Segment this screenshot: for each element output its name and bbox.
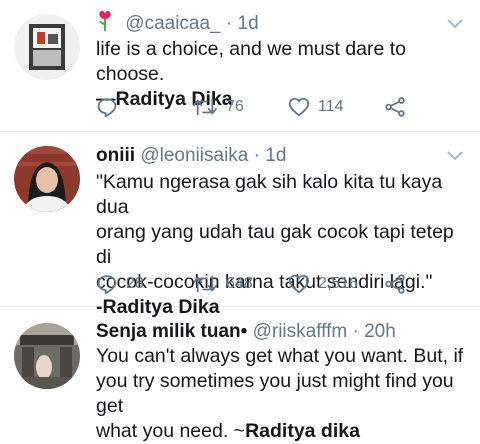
tweet-attribution: Raditya dika: [245, 420, 360, 442]
tweet-handle[interactable]: @caaicaa_: [125, 13, 220, 34]
tweet-header: Senja milik tuan• @riiskafffm · 20h: [96, 318, 440, 346]
retweet-icon: [192, 96, 218, 118]
tweet-text: "Kamu ngerasa gak sih kalo kita tu kaya …: [96, 170, 464, 320]
tweet[interactable]: Senja milik tuan• @riiskafffm · 20h You …: [0, 307, 480, 442]
retweet-count: 76: [226, 98, 244, 115]
like-icon: [288, 273, 310, 295]
tweet-time[interactable]: 1d: [265, 145, 286, 166]
avatar[interactable]: [14, 14, 80, 80]
reply-button[interactable]: 28: [96, 271, 144, 297]
like-button[interactable]: 114: [288, 94, 344, 120]
separator-dot: ·: [253, 145, 260, 166]
avatar[interactable]: [14, 146, 80, 212]
tweet-time[interactable]: 1d: [238, 13, 259, 34]
tweet-display-name[interactable]: Senja milik tuan•: [96, 321, 247, 342]
retweet-button[interactable]: 648: [192, 271, 253, 297]
like-button[interactable]: 2,516: [288, 271, 358, 297]
reply-icon: [96, 273, 118, 295]
like-count: 114: [318, 98, 344, 115]
tweet-actions: 28 648 2,516: [96, 271, 464, 297]
reply-count: 28: [126, 275, 144, 292]
separator-dot: ·: [225, 13, 233, 34]
chevron-down-icon[interactable]: [446, 17, 464, 31]
share-button[interactable]: [384, 271, 406, 297]
retweet-icon: [192, 273, 218, 295]
tweet-actions: 76 114: [96, 94, 464, 120]
retweet-button[interactable]: 76: [192, 94, 244, 120]
avatar[interactable]: [14, 323, 80, 389]
share-icon: [384, 273, 406, 295]
reply-button[interactable]: [96, 94, 126, 120]
tweet-header: @caaicaa_ · 1d: [96, 10, 440, 38]
retweet-count: 648: [226, 275, 253, 292]
tweet-handle[interactable]: @riiskafffm: [253, 321, 348, 342]
tweet-handle[interactable]: @leoniisaika: [140, 145, 248, 166]
tweet-display-name[interactable]: oniii: [96, 145, 135, 166]
like-count: 2,516: [318, 275, 359, 292]
tweet-time[interactable]: 20h: [364, 321, 396, 342]
tweet-text: You can't always get what you want. But,…: [96, 345, 464, 442]
tweet[interactable]: oniii @leoniisaika · 1d "Kamu ngerasa ga…: [0, 132, 480, 318]
share-button[interactable]: [384, 94, 406, 120]
reply-icon: [96, 96, 118, 118]
separator-dot: ·: [352, 321, 359, 342]
share-icon: [384, 96, 406, 118]
tweet-header: oniii @leoniisaika · 1d: [96, 142, 440, 170]
chevron-down-icon[interactable]: [446, 149, 464, 163]
like-icon: [288, 96, 310, 118]
tweet[interactable]: @caaicaa_ · 1d life is a choice, and we …: [0, 0, 480, 132]
